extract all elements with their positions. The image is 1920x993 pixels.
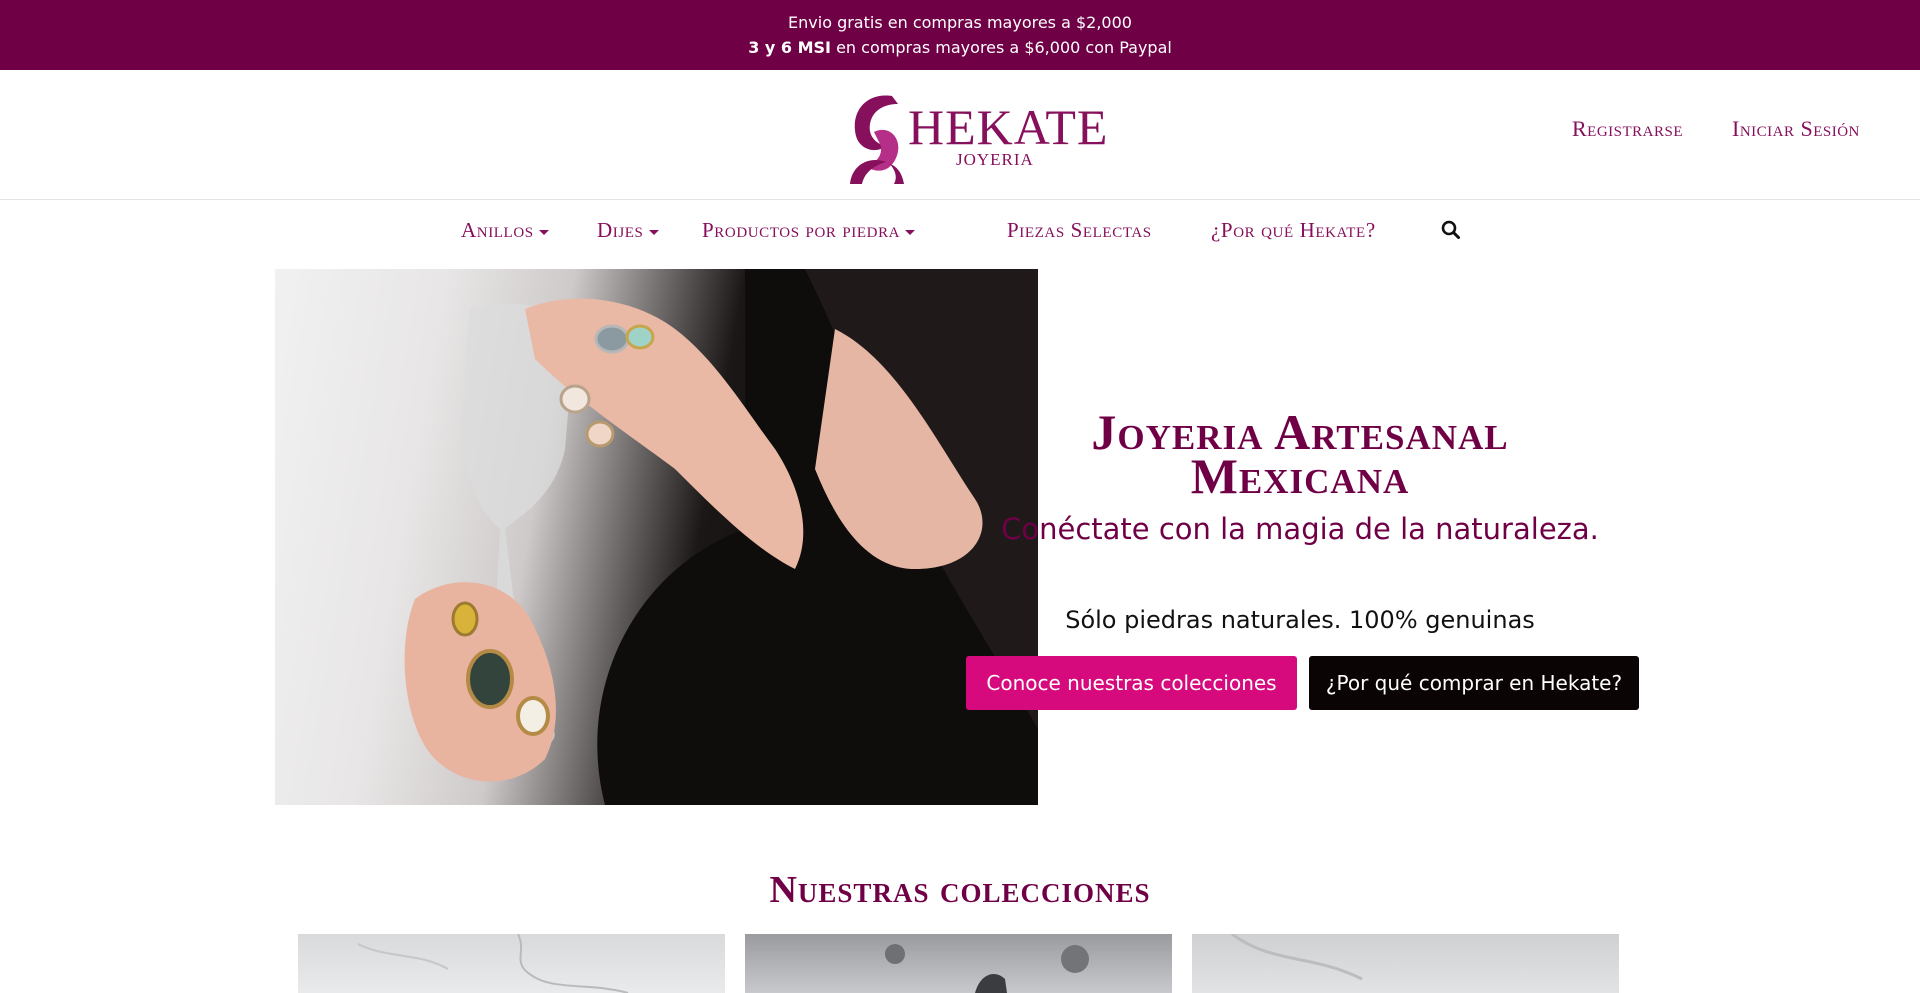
collection-image	[1231, 934, 1363, 981]
logo-wordmark: HEKATE	[908, 99, 1109, 155]
announcement-bar: Envio gratis en compras mayores a $2,000…	[0, 0, 1920, 70]
collection-image	[885, 944, 1089, 993]
collection-card[interactable]	[745, 934, 1172, 993]
login-link[interactable]: Iniciar Sesión	[1732, 116, 1860, 142]
collection-card[interactable]	[1192, 934, 1619, 993]
hero-note: Sólo piedras naturales. 100% genuinas	[1065, 606, 1535, 634]
hero-subtitle: Conéctate con la magia de la naturaleza.	[1001, 512, 1599, 546]
nav-item-dijes[interactable]: Dijes	[597, 218, 659, 243]
caret-down-icon	[648, 229, 659, 235]
collections-title: Nuestras colecciones	[769, 869, 1151, 911]
nav-item-piezas-selectas[interactable]: Piezas Selectas	[1007, 218, 1152, 243]
nav-item-label: Productos por piedra	[702, 218, 901, 242]
goddess-logo-icon	[850, 95, 904, 184]
caret-down-icon	[538, 229, 549, 235]
main-nav: Anillos Dijes Productos por piedra Pieza…	[0, 201, 1920, 257]
hero-title-line-2: Mexicana	[1190, 448, 1410, 504]
announcement-line-1: Envio gratis en compras mayores a $2,000	[788, 13, 1132, 32]
logo-subtitle: JOYERIA	[956, 150, 1034, 169]
announcement-line-2: 3 y 6 MSI en compras mayores a $6,000 co…	[0, 35, 1920, 60]
search-icon	[1441, 220, 1460, 239]
collections-button[interactable]: Conoce nuestras colecciones	[966, 656, 1297, 710]
brand-logo[interactable]: HEKATE JOYERIA	[846, 88, 1107, 188]
nav-item-label: Dijes	[597, 218, 644, 242]
announcement-msi-highlight: 3 y 6 MSI	[748, 38, 831, 57]
register-link[interactable]: Registrarse	[1572, 116, 1683, 142]
nav-item-productos-por-piedra[interactable]: Productos por piedra	[702, 218, 916, 243]
site-header: HEKATE JOYERIA Registrarse Iniciar Sesió…	[0, 70, 1920, 200]
nav-item-label: Anillos	[461, 218, 534, 242]
search-button[interactable]	[1440, 219, 1462, 241]
hero-title: Joyeria Artesanal Mexicana	[990, 407, 1610, 504]
caret-down-icon	[905, 229, 916, 235]
collection-card[interactable]	[298, 934, 725, 993]
collection-image	[357, 934, 629, 993]
nav-item-label: ¿Por qué Hekate?	[1211, 218, 1376, 242]
announcement-msi-text: en compras mayores a $6,000 con Paypal	[831, 38, 1172, 57]
why-hekate-button[interactable]: ¿Por qué comprar en Hekate?	[1309, 656, 1639, 710]
hero-image	[275, 269, 1038, 805]
nav-item-anillos[interactable]: Anillos	[461, 218, 549, 243]
nav-item-label: Piezas Selectas	[1007, 218, 1152, 242]
nav-item-por-que-hekate[interactable]: ¿Por qué Hekate?	[1211, 218, 1376, 243]
